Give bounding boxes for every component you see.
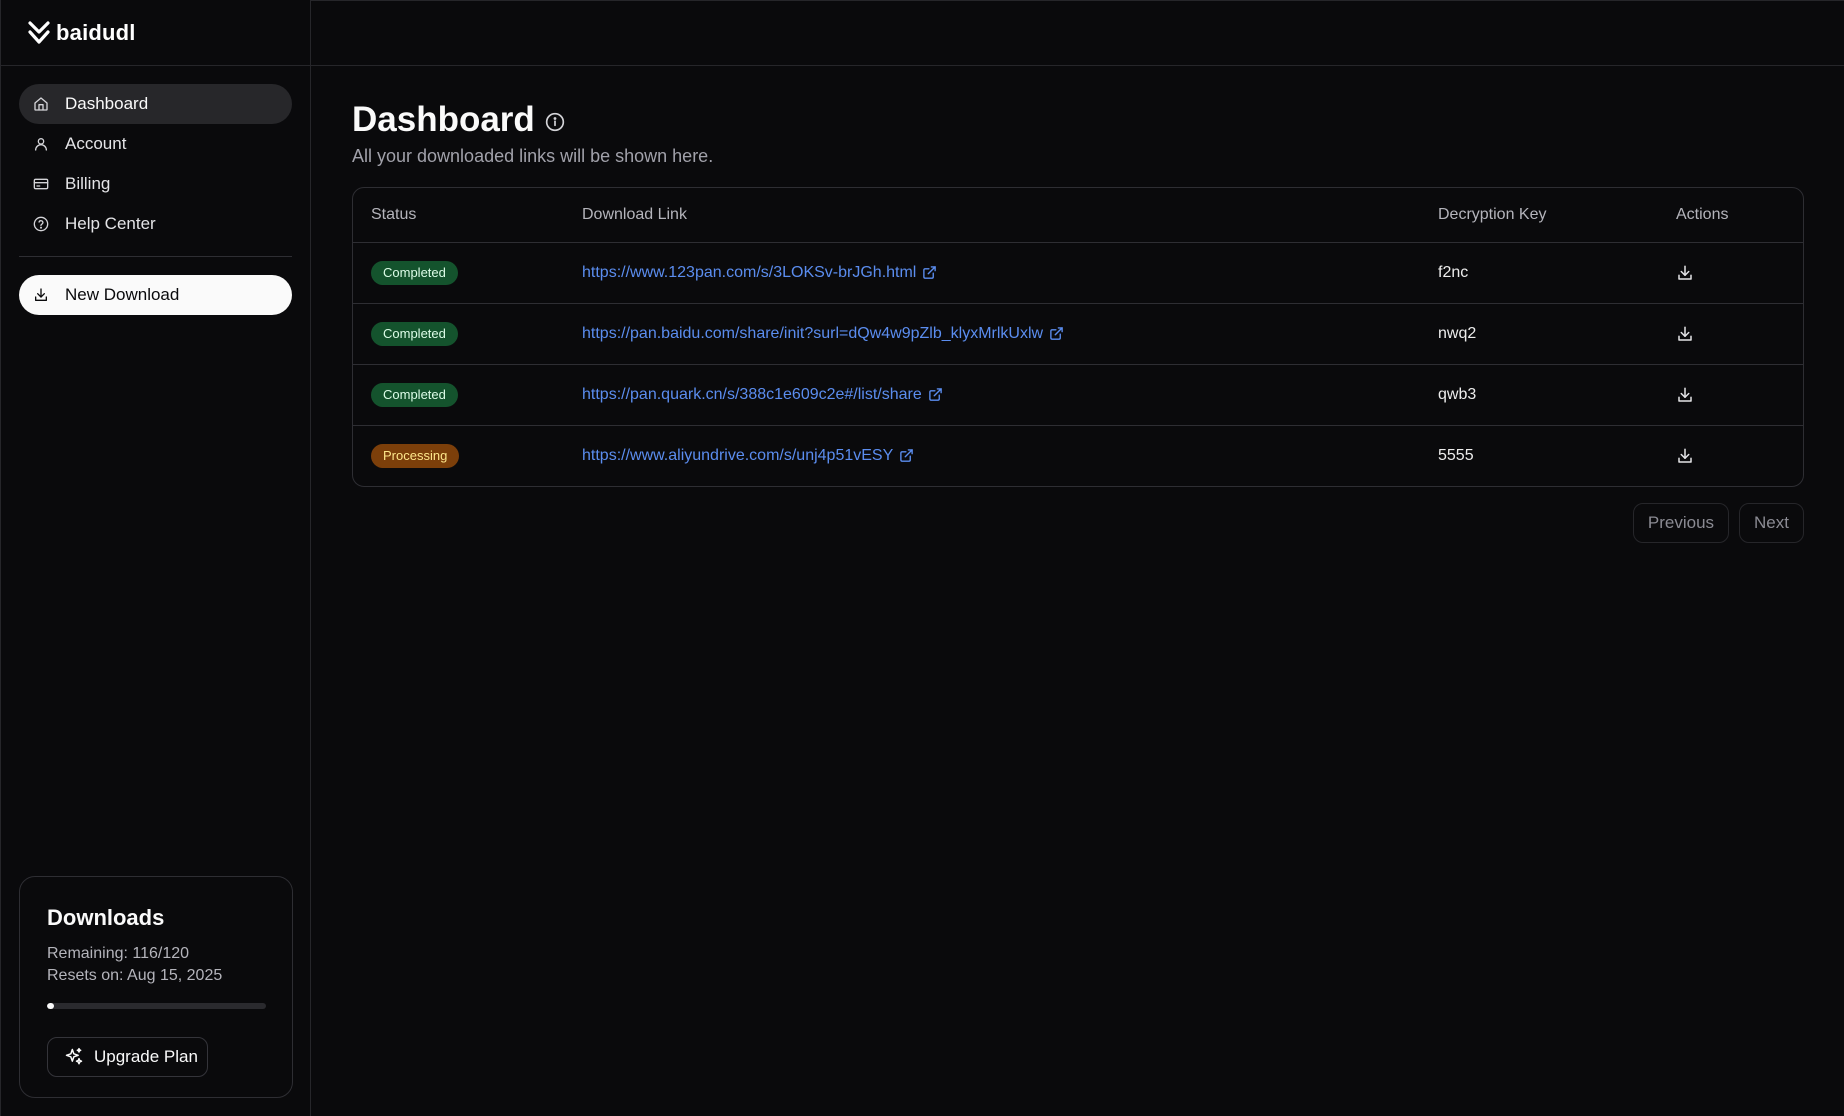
sidebar-item-billing[interactable]: Billing: [19, 164, 292, 204]
decryption-key-cell: qwb3: [1420, 364, 1658, 426]
link-cell: https://pan.quark.cn/s/388c1e609c2e#/lis…: [564, 364, 1420, 426]
quota-progress-bar: [47, 1003, 266, 1009]
sidebar-item-help-center[interactable]: Help Center: [19, 204, 292, 244]
previous-page-button[interactable]: Previous: [1632, 503, 1730, 543]
column-header-decryption-key: Decryption Key: [1420, 188, 1658, 243]
sidebar-item-label: Dashboard: [65, 94, 149, 113]
download-link-text: https://pan.quark.cn/s/388c1e609c2e#/lis…: [582, 385, 922, 403]
table-row: Processing https://www.aliyundrive.com/s…: [353, 425, 1803, 486]
table-header-row: Status Download Link Decryption Key Acti…: [353, 188, 1803, 243]
external-link-icon: [923, 266, 937, 279]
app-logo[interactable]: baidudl: [28, 20, 136, 46]
external-link-icon: [900, 449, 914, 463]
info-icon[interactable]: [545, 112, 565, 132]
sidebar: baidudl Dashboard Account Billing Help C…: [0, 0, 311, 1116]
actions-cell: [1658, 364, 1803, 426]
decryption-key-cell: f2nc: [1420, 242, 1658, 304]
decryption-key-cell: nwq2: [1420, 303, 1658, 365]
link-cell: https://pan.baidu.com/share/init?surl=dQ…: [564, 303, 1420, 365]
pagination: Previous Next: [352, 503, 1804, 543]
download-icon[interactable]: [1676, 386, 1694, 404]
new-download-label: New Download: [65, 285, 180, 304]
external-link-icon: [928, 388, 942, 401]
sidebar-item-label: Account: [65, 134, 127, 153]
status-cell: Completed: [353, 364, 564, 426]
download-icon[interactable]: [1676, 264, 1694, 282]
downloads-table: Status Download Link Decryption Key Acti…: [352, 187, 1804, 487]
main-content: Dashboard All your downloaded links will…: [352, 100, 1804, 543]
home-icon: [34, 97, 48, 111]
link-cell: https://www.123pan.com/s/3LOKSv-brJGh.ht…: [564, 242, 1420, 304]
page-subtitle: All your downloaded links will be shown …: [352, 146, 714, 166]
download-icon[interactable]: [1676, 325, 1694, 343]
table-row: Completed https://pan.quark.cn/s/388c1e6…: [353, 364, 1803, 426]
user-icon: [35, 138, 47, 151]
sidebar-item-label: Help Center: [65, 214, 156, 233]
table-row: Completed https://www.123pan.com/s/3LOKS…: [353, 242, 1803, 304]
download-link[interactable]: https://www.123pan.com/s/3LOKSv-brJGh.ht…: [582, 264, 937, 282]
sidebar-item-account[interactable]: Account: [19, 124, 292, 164]
status-badge: Completed: [371, 260, 458, 285]
sparkles-icon: [65, 1047, 83, 1065]
quota-resets: Resets on: Aug 15, 2025: [47, 967, 223, 984]
table-row: Completed https://pan.baidu.com/share/in…: [353, 303, 1803, 365]
logo-icon: [28, 20, 50, 44]
sidebar-item-label: Billing: [65, 174, 111, 193]
download-link-text: https://pan.baidu.com/share/init?surl=dQ…: [582, 324, 1044, 342]
status-cell: Completed: [353, 242, 564, 304]
column-header-status: Status: [353, 188, 564, 243]
download-link[interactable]: https://pan.baidu.com/share/init?surl=dQ…: [582, 325, 1064, 343]
download-icon[interactable]: [1676, 447, 1694, 465]
column-header-actions: Actions: [1658, 188, 1803, 243]
downloads-quota-card: Downloads Remaining: 116/120 Resets on: …: [19, 876, 293, 1098]
app-name: baidudl: [56, 19, 136, 45]
logo-bar: baidudl: [1, 0, 310, 66]
quota-title: Downloads: [47, 905, 165, 930]
next-page-button[interactable]: Next: [1739, 503, 1804, 543]
actions-cell: [1658, 425, 1803, 486]
page-title: Dashboard: [352, 100, 535, 139]
status-badge: Completed: [371, 321, 458, 346]
download-link[interactable]: https://pan.quark.cn/s/388c1e609c2e#/lis…: [582, 386, 943, 404]
download-icon: [35, 288, 47, 301]
download-link-text: https://www.123pan.com/s/3LOKSv-brJGh.ht…: [582, 263, 917, 281]
sidebar-item-dashboard[interactable]: Dashboard: [19, 84, 292, 124]
link-cell: https://www.aliyundrive.com/s/unj4p51vES…: [564, 425, 1420, 486]
status-cell: Processing: [353, 425, 564, 486]
column-header-download-link: Download Link: [564, 188, 1420, 243]
title-row: Dashboard: [352, 100, 1804, 140]
sidebar-nav: Dashboard Account Billing Help Center Ne…: [1, 66, 310, 315]
actions-cell: [1658, 303, 1803, 365]
top-bar: [311, 0, 1844, 66]
credit-card-icon: [33, 178, 49, 190]
decryption-key-cell: 5555: [1438, 446, 1474, 464]
sidebar-divider: [19, 256, 292, 257]
upgrade-plan-label: Upgrade Plan: [94, 1047, 198, 1066]
status-badge: Completed: [371, 382, 458, 407]
download-link[interactable]: https://www.aliyundrive.com/s/unj4p51vES…: [582, 447, 914, 465]
download-link-text: https://www.aliyundrive.com/s/unj4p51vES…: [582, 446, 894, 464]
external-link-icon: [1050, 327, 1063, 340]
upgrade-plan-button[interactable]: Upgrade Plan: [47, 1037, 208, 1077]
new-download-button[interactable]: New Download: [19, 275, 292, 315]
quota-remaining: Remaining: 116/120: [47, 945, 190, 962]
actions-cell: [1658, 242, 1803, 304]
status-badge: Processing: [371, 443, 460, 468]
status-cell: Completed: [353, 303, 564, 365]
quota-progress-fill: [47, 1003, 55, 1009]
help-circle-icon: [33, 216, 49, 232]
